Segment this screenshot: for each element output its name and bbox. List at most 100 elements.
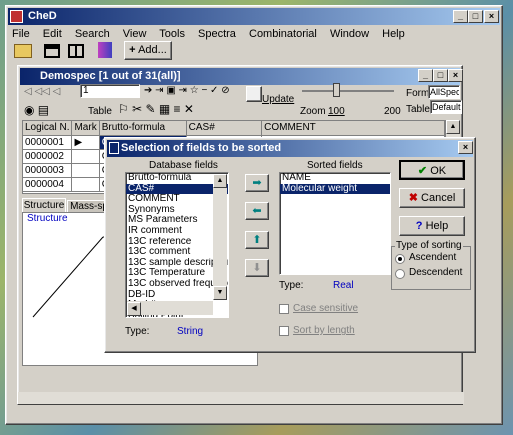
db-type-value: String xyxy=(177,326,204,337)
db-type-label: Type: xyxy=(125,326,150,337)
dialog-close-button[interactable]: × xyxy=(458,141,473,154)
scroll-left-arrow[interactable]: ◀ xyxy=(127,302,141,316)
child-minimize-button[interactable]: _ xyxy=(418,69,433,82)
row-id: 0000003 xyxy=(23,163,73,178)
vertical-split-icon[interactable] xyxy=(68,44,84,58)
table-select[interactable]: Default xyxy=(430,100,462,114)
sorted-type-label: Type: xyxy=(279,280,304,291)
table-view-label[interactable]: Table xyxy=(88,106,112,117)
main-titlebar: CheD xyxy=(8,8,500,25)
scroll-down-arrow[interactable]: ▼ xyxy=(213,286,227,300)
menu-view[interactable]: View xyxy=(123,28,147,40)
row-mark xyxy=(71,149,100,164)
menu-search[interactable]: Search xyxy=(75,28,110,40)
close-button[interactable]: × xyxy=(484,10,499,23)
row-mark: ▶ xyxy=(71,135,100,150)
move-down-button[interactable]: ⬇ xyxy=(245,259,269,277)
menu-file[interactable]: File xyxy=(12,28,30,40)
child-close-button[interactable]: × xyxy=(448,69,463,82)
sort-fields-dialog: Selection of fields to be sorted × Datab… xyxy=(104,137,476,353)
menu-tools[interactable]: Tools xyxy=(159,28,185,40)
arrow-up-icon: ⬆ xyxy=(252,234,262,246)
app-title: CheD xyxy=(28,10,57,22)
descendent-label: Descendent xyxy=(409,267,463,278)
column-header[interactable]: COMMENT xyxy=(261,121,445,136)
bottom-scrollbar[interactable] xyxy=(18,392,464,404)
sorted-fields-list[interactable]: NAME Molecular weight xyxy=(279,172,391,275)
cancel-button-label: Cancel xyxy=(421,192,456,204)
column-header[interactable]: CAS# xyxy=(186,121,263,136)
arrow-left-icon: ⬅ xyxy=(252,205,262,217)
move-up-button[interactable]: ⬆ xyxy=(245,231,269,249)
move-right-button[interactable]: ➡ xyxy=(245,174,269,192)
cancel-icon: ✖ xyxy=(408,192,418,204)
spectrum-icon[interactable] xyxy=(98,42,112,58)
menu-combinatorial[interactable]: Combinatorial xyxy=(249,28,317,40)
column-header[interactable]: Logical N. xyxy=(23,121,73,136)
tab-structure[interactable]: Structure xyxy=(22,198,66,212)
list-item[interactable]: NAME xyxy=(280,173,390,184)
column-header[interactable]: Mark xyxy=(71,121,100,136)
child-maximize-button[interactable]: □ xyxy=(433,69,448,82)
menu-bar: File Edit Search View Tools Spectra Comb… xyxy=(12,27,415,41)
list-item[interactable]: Molecular weight xyxy=(280,183,390,195)
add-button-label: Add... xyxy=(138,44,167,56)
sort-by-length-label: Sort by length xyxy=(293,325,355,336)
row-mark xyxy=(71,163,100,178)
check-icon: ✔ xyxy=(417,165,428,177)
row-id: 0000002 xyxy=(23,149,73,164)
help-button[interactable]: ? Help xyxy=(399,216,465,236)
scroll-up-arrow[interactable]: ▲ xyxy=(446,120,460,134)
database-fields-scrollbar[interactable]: ▲ ▼ xyxy=(213,174,227,300)
menu-help[interactable]: Help xyxy=(382,28,405,40)
table-select-label: Table xyxy=(406,104,430,115)
ok-button[interactable]: ✔ OK xyxy=(399,160,465,180)
update-checkbox-icon[interactable] xyxy=(246,86,262,102)
column-header[interactable]: Brutto-formula xyxy=(99,121,187,136)
zoom-label: Zoom xyxy=(300,106,326,117)
move-left-button[interactable]: ⬅ xyxy=(245,202,269,220)
menu-edit[interactable]: Edit xyxy=(43,28,62,40)
demospec-title: Demospec [1 out of 31(all)] xyxy=(40,70,181,82)
database-fields-label: Database fields xyxy=(149,160,218,171)
add-button[interactable]: + Add... xyxy=(124,41,172,60)
dialog-titlebar: Selection of fields to be sorted xyxy=(107,140,473,157)
update-label[interactable]: Update xyxy=(262,94,294,105)
nav-arrows[interactable]: ◁ ◁◁ ◁ xyxy=(24,86,60,97)
arrow-right-icon: ➡ xyxy=(252,177,262,189)
horizontal-split-icon[interactable] xyxy=(44,44,60,58)
menu-window[interactable]: Window xyxy=(330,28,369,40)
sort-by-length-checkbox[interactable] xyxy=(279,326,289,336)
app-icon xyxy=(10,10,23,23)
zoom-max: 200 xyxy=(384,106,401,117)
descendent-radio[interactable] xyxy=(395,269,405,279)
maximize-button[interactable]: □ xyxy=(468,10,483,23)
row-id: 0000001 xyxy=(23,135,73,150)
arrow-down-icon: ⬇ xyxy=(252,262,262,274)
tool-icons[interactable]: ⚐ ✂ ✎ ▦ ≡ ✕ xyxy=(118,102,194,116)
dialog-icon xyxy=(109,142,119,154)
ascendent-radio[interactable] xyxy=(395,254,405,264)
record-number-field[interactable]: 1 xyxy=(80,84,140,98)
scroll-up-arrow[interactable]: ▲ xyxy=(213,174,227,188)
ok-button-label: OK xyxy=(430,165,447,177)
case-sensitive-checkbox[interactable] xyxy=(279,304,289,314)
minimize-button[interactable]: _ xyxy=(453,10,468,23)
dialog-title: Selection of fields to be sorted xyxy=(121,142,282,154)
menu-spectra[interactable]: Spectra xyxy=(198,28,236,40)
zoom-slider-thumb[interactable] xyxy=(333,83,340,97)
demospec-titlebar: Demospec [1 out of 31(all)] xyxy=(20,68,460,85)
form-label: Form xyxy=(406,88,430,99)
view-icons[interactable]: ◉ ▤ xyxy=(24,103,49,117)
cancel-button[interactable]: ✖ Cancel xyxy=(399,188,465,208)
sorting-type-label: Type of sorting xyxy=(395,240,463,251)
zoom-slider-track[interactable] xyxy=(302,90,394,92)
help-icon: ? xyxy=(415,220,423,232)
nav-forward-arrows[interactable]: ➔ ⇥ ▣ ⇥ ☆ − ✓ ⊘ xyxy=(144,85,230,96)
sorted-type-value: Real xyxy=(333,280,354,291)
open-folder-icon[interactable] xyxy=(14,44,32,58)
plus-icon: + xyxy=(129,44,136,56)
ascendent-label: Ascendent xyxy=(409,252,457,263)
database-fields-hscrollbar[interactable]: ◀ xyxy=(127,301,213,316)
form-select[interactable]: AllSpec xyxy=(428,85,460,99)
